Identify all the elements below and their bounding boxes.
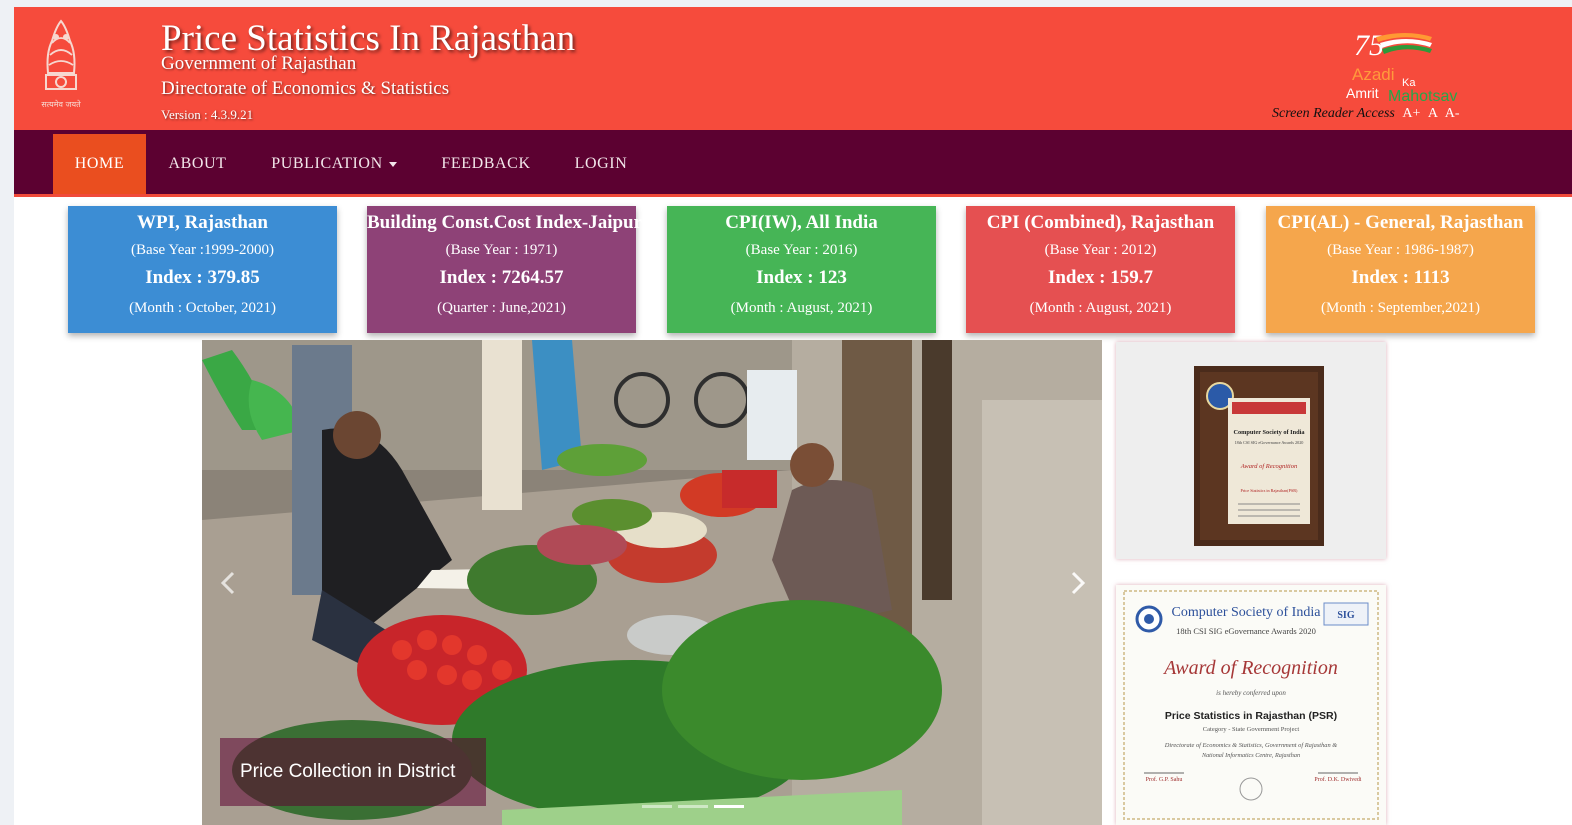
card-index-value: Index : 1113 [1351,267,1450,288]
carousel-next-icon[interactable] [1066,568,1090,598]
main-nav: HOME ABOUT PUBLICATION FEEDBACK LOGIN [14,130,1572,194]
emblem-motto: सत्यमेव जयते [41,99,81,109]
card-index-value: Index : 159.7 [1047,267,1154,288]
card-index-value: Index : 7264.57 [439,267,564,288]
azadi-logo-line1: Azadi [1352,65,1395,84]
card-index-value: Index : 123 [756,267,847,288]
card-base-year: (Base Year : 1971) [445,242,558,258]
award-plaque-panel[interactable]: Computer Society of India 18th CSI SIG e… [1116,342,1386,559]
nav-publication-label: PUBLICATION [271,155,383,172]
nav-publication[interactable]: PUBLICATION [264,134,404,194]
site-subtitle-government: Government of Rajasthan [161,53,357,74]
award-certificate-panel[interactable]: Computer Society of India SIG 18th CSI S… [1116,585,1386,825]
caret-down-icon [388,161,397,167]
page: सत्यमेव जयते Price Statistics In Rajasth… [14,7,1572,825]
index-card-cpi-combined[interactable]: CPI (Combined), Rajasthan (Base Year : 2… [966,206,1235,333]
azadi-logo-number: 75 [1354,29,1384,62]
carousel-indicator[interactable] [642,805,672,808]
azadi-logo-amrit: Amrit [1346,85,1379,101]
certificate-project: Price Statistics in Rajasthan (PSR) [1165,710,1337,722]
plaque-line4: Price Statistics in Rajasthan(PSR) [1241,488,1298,493]
azadi-ka-amrit-mahotsav-logo: 75 Azadi Ka Amrit Mahotsav [1346,29,1457,103]
nav-home[interactable]: HOME [53,134,146,194]
certificate-sign-right: Prof. D.K. Dwivedi [1314,776,1361,783]
plaque-line3: Award of Recognition [1240,463,1297,470]
card-period: (Month : September,2021) [1321,300,1480,316]
card-title: CPI(IW), All India [725,212,878,233]
plaque-line2: 18th CSI SIG eGovernance Awards 2020 [1235,440,1304,445]
certificate-conferred: is hereby conferred upon [1216,689,1286,697]
certificate-dept1: Directorate of Economics & Statistics, G… [1164,742,1337,749]
card-base-year: (Base Year : 2012) [1044,242,1157,258]
index-card-cpi-iw[interactable]: CPI(IW), All India (Base Year : 2016) In… [667,206,936,333]
card-period: (Quarter : June,2021) [437,300,566,316]
svg-text:SIG: SIG [1337,610,1354,621]
certificate-org: Computer Society of India [1172,605,1322,620]
image-carousel: Price Collection in District [202,340,1102,825]
screen-reader-label[interactable]: Screen Reader Access [1272,106,1395,121]
carousel-indicators [642,805,744,808]
card-period: (Month : October, 2021) [129,300,276,316]
card-base-year: (Base Year :1999-2000) [131,242,274,258]
card-base-year: (Base Year : 2016) [745,242,858,258]
nav-login[interactable]: LOGIN [569,134,633,194]
certificate-award: Award of Recognition [1162,657,1338,679]
index-card-cpi-al[interactable]: CPI(AL) - General, Rajasthan (Base Year … [1266,206,1535,333]
font-decrease-button[interactable]: A- [1445,106,1460,121]
card-period: (Month : August, 2021) [730,300,873,316]
version-label: Version : 4.3.9.21 [161,107,254,122]
screen-reader-access: Screen Reader Access A+ A A- [1272,106,1459,122]
nav-divider [14,194,1572,197]
index-card-building-cost[interactable]: Building Const.Cost Index-Jaipur (Base Y… [367,206,643,333]
card-title: Building Const.Cost Index-Jaipur [367,212,643,233]
card-title: CPI (Combined), Rajasthan [986,212,1215,233]
site-subtitle-directorate: Directorate of Economics & Statistics [161,78,450,99]
card-title: WPI, Rajasthan [137,212,268,233]
state-emblem-icon[interactable]: सत्यमेव जयते [32,13,90,111]
card-base-year: (Base Year : 1986-1987) [1327,242,1474,258]
font-increase-button[interactable]: A+ [1402,106,1420,121]
nav-feedback[interactable]: FEEDBACK [436,134,536,194]
carousel-prev-icon[interactable] [216,568,240,598]
certificate-event: 18th CSI SIG eGovernance Awards 2020 [1176,626,1316,636]
certificate-sign-left: Prof. G.P. Sahu [1146,776,1183,783]
carousel-indicator[interactable] [678,805,708,808]
site-header: सत्यमेव जयते Price Statistics In Rajasth… [14,7,1572,130]
index-card-wpi[interactable]: WPI, Rajasthan (Base Year :1999-2000) In… [68,206,337,333]
carousel-indicator-active[interactable] [714,805,744,808]
certificate-category: Category - State Government Project [1203,726,1300,733]
nav-about[interactable]: ABOUT [160,134,235,194]
azadi-logo-mahotsav: Mahotsav [1388,88,1457,103]
certificate-dept2: National Informatics Centre, Rajasthan [1201,752,1300,759]
award-certificate-image: Computer Society of India SIG 18th CSI S… [1123,590,1379,820]
card-title: CPI(AL) - General, Rajasthan [1277,212,1524,233]
award-plaque-image: Computer Society of India 18th CSI SIG e… [1194,366,1324,546]
carousel-caption: Price Collection in District [220,738,486,806]
card-index-value: Index : 379.85 [145,267,260,288]
card-period: (Month : August, 2021) [1029,300,1172,316]
font-normal-button[interactable]: A [1428,106,1437,121]
plaque-line1: Computer Society of India [1233,429,1305,436]
